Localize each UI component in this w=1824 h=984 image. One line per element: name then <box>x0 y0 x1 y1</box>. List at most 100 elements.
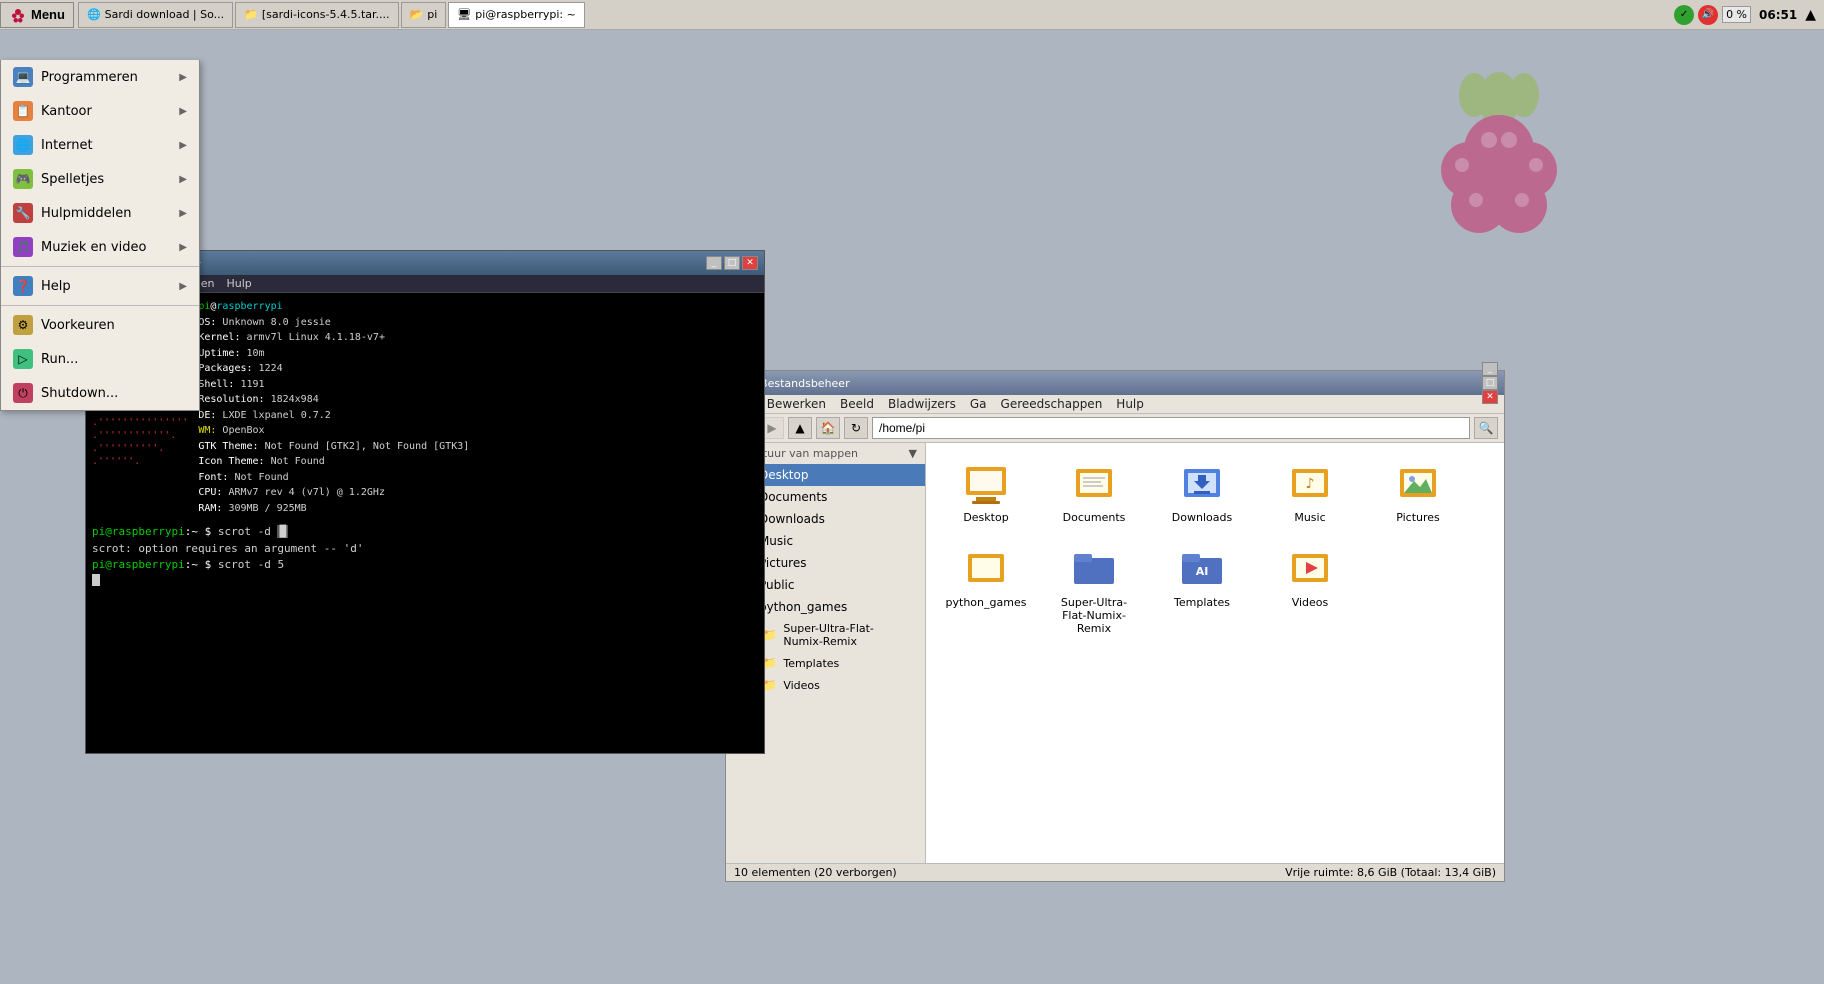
menu-divider-1 <box>1 266 199 267</box>
arrow-programmeren: ▶ <box>179 72 187 83</box>
menu-item-run[interactable]: ▷ Run... <box>1 342 199 376</box>
fm-menu-hulp[interactable]: Hulp <box>1116 397 1144 411</box>
fm-statusbar: 10 elementen (20 verborgen) Vrije ruimte… <box>726 863 1504 881</box>
fm-up-button[interactable]: ▲ <box>788 417 812 439</box>
arrow-internet: ▶ <box>179 140 187 151</box>
menu-label: Menu <box>31 7 65 22</box>
fm-address-bar[interactable] <box>872 417 1470 439</box>
python-games-icon-img <box>962 544 1010 592</box>
arrow-help: ▶ <box>179 281 187 292</box>
arrow-spelletjes: ▶ <box>179 174 187 185</box>
tab-pi-folder-icon: 📂 <box>410 8 424 21</box>
terminal-maximize-button[interactable]: □ <box>724 256 740 270</box>
fm-status-space: Vrije ruimte: 8,6 GiB (Totaal: 13,4 GiB) <box>1285 866 1496 879</box>
filemanager-titlebar: pi — Bestandsbeheer _ □ ✕ <box>726 371 1504 395</box>
menu-item-kantoor[interactable]: 📋 Kantoor ▶ <box>1 94 199 128</box>
documents-icon-img <box>1070 459 1118 507</box>
tab-sardi-download[interactable]: 🌐 Sardi download | So... <box>78 2 233 28</box>
templates-icon-label: Templates <box>1174 596 1230 609</box>
tab-pi-folder[interactable]: 📂 pi <box>401 2 447 28</box>
tray-icon-green: ✓ <box>1674 5 1694 25</box>
music-icon-img: ♪ <box>1286 459 1334 507</box>
fm-body: Structuur van mappen ▼ 📁 Desktop 📁 Docum… <box>726 443 1504 863</box>
filemanager-window: pi — Bestandsbeheer _ □ ✕ Ind Bewerken B… <box>725 370 1505 882</box>
desktop-icon-label: Desktop <box>963 511 1008 524</box>
systray: ✓ 🔊 0 % 06:51 ▲ <box>1674 5 1816 25</box>
videos-icon-img <box>1286 544 1334 592</box>
menu-item-voorkeuren[interactable]: ⚙ Voorkeuren <box>1 308 199 342</box>
documents-icon-label: Documents <box>1063 511 1126 524</box>
fm-refresh-button[interactable]: ↻ <box>844 417 868 439</box>
menu-item-programmeren[interactable]: 💻 Programmeren ▶ <box>1 60 199 94</box>
filemanager-menubar: Ind Bewerken Beeld Bladwijzers Ga Gereed… <box>726 395 1504 414</box>
pictures-icon-label: Pictures <box>1396 511 1440 524</box>
fm-menu-beeld[interactable]: Beeld <box>840 397 874 411</box>
run-icon: ▷ <box>13 349 33 369</box>
fm-icon-downloads[interactable]: Downloads <box>1152 453 1252 530</box>
fm-icon-documents[interactable]: Documents <box>1044 453 1144 530</box>
pictures-icon-img <box>1394 459 1442 507</box>
terminal-controls: _ □ ✕ <box>706 256 758 270</box>
fm-icon-super-ultra[interactable]: Super-Ultra-Flat-Numix-Remix <box>1044 538 1144 641</box>
menu-item-help[interactable]: ❓ Help ▶ <box>1 269 199 303</box>
fm-icon-music[interactable]: ♪ Music <box>1260 453 1360 530</box>
menu-item-shutdown[interactable]: ⏻ Shutdown... <box>1 376 199 410</box>
voorkeuren-icon: ⚙ <box>13 315 33 335</box>
videos-icon-label: Videos <box>1292 596 1329 609</box>
fm-status-count: 10 elementen (20 verborgen) <box>734 866 897 879</box>
tab-pi-terminal-icon: 🖥 <box>457 8 471 21</box>
tab-sardi-icons-label: [sardi-icons-5.4.5.tar.... <box>262 8 390 21</box>
tray-battery: 0 % <box>1722 6 1751 23</box>
menu-item-internet[interactable]: 🌐 Internet ▶ <box>1 128 199 162</box>
templates-icon-img: AI <box>1178 544 1226 592</box>
svg-text:AI: AI <box>1196 565 1209 578</box>
fm-icon-public[interactable]: Public <box>1476 453 1504 530</box>
raspberry-icon <box>9 6 27 24</box>
fm-menu-ga[interactable]: Ga <box>970 397 987 411</box>
desktop-logo <box>1424 70 1574 244</box>
menu-item-muziek-video[interactable]: 🎵 Muziek en video ▶ <box>1 230 199 264</box>
svg-text:♪: ♪ <box>1306 476 1315 492</box>
fm-menu-gereedschappen[interactable]: Gereedschappen <box>1001 397 1103 411</box>
fm-menu-bewerken[interactable]: Bewerken <box>767 397 826 411</box>
fm-icon-videos[interactable]: Videos <box>1260 538 1360 641</box>
fm-icon-templates[interactable]: AI Templates <box>1152 538 1252 641</box>
fm-icon-python-games[interactable]: python_games <box>936 538 1036 641</box>
super-ultra-icon-img <box>1070 544 1118 592</box>
super-ultra-icon-label: Super-Ultra-Flat-Numix-Remix <box>1049 596 1139 635</box>
menu-divider-2 <box>1 305 199 306</box>
fm-maximize-button[interactable]: □ <box>1482 376 1498 390</box>
terminal-close-button[interactable]: ✕ <box>742 256 758 270</box>
tab-sardi-icons-icon: 📁 <box>244 8 258 21</box>
app-menu: 💻 Programmeren ▶ 📋 Kantoor ▶ 🌐 Internet … <box>0 60 200 411</box>
menu-item-hulpmiddelen[interactable]: 🔧 Hulpmiddelen ▶ <box>1 196 199 230</box>
menu-item-spelletjes[interactable]: 🎮 Spelletjes ▶ <box>1 162 199 196</box>
terminal-minimize-button[interactable]: _ <box>706 256 722 270</box>
music-icon-label: Music <box>1294 511 1325 524</box>
fm-icons-grid: Desktop Docume <box>936 453 1494 641</box>
internet-icon: 🌐 <box>13 135 33 155</box>
terminal-menu-hulp[interactable]: Hulp <box>226 277 251 290</box>
fm-toolbar: ◀ ▶ ▲ 🏠 ↻ 🔍 <box>726 414 1504 443</box>
python-games-icon-label: python_games <box>946 596 1027 609</box>
tab-sardi-icons[interactable]: 📁 [sardi-icons-5.4.5.tar.... <box>235 2 398 28</box>
help-icon: ❓ <box>13 276 33 296</box>
tab-sardi-download-icon: 🌐 <box>87 8 101 21</box>
fm-icon-desktop[interactable]: Desktop <box>936 453 1036 530</box>
fm-sidebar-collapse-icon[interactable]: ▼ <box>909 447 917 460</box>
fm-menu-bladwijzers[interactable]: Bladwijzers <box>888 397 956 411</box>
taskbar: Menu 🌐 Sardi download | So... 📁 [sardi-i… <box>0 0 1824 30</box>
menu-button[interactable]: Menu <box>0 2 74 28</box>
arrow-muziek: ▶ <box>179 242 187 253</box>
tab-pi-folder-label: pi <box>427 8 437 21</box>
fm-icon-pictures[interactable]: Pictures <box>1368 453 1468 530</box>
fm-search-button[interactable]: 🔍 <box>1474 417 1498 439</box>
tray-arrow-icon[interactable]: ▲ <box>1805 7 1816 23</box>
tab-pi-terminal[interactable]: 🖥 pi@raspberrypi: ~ <box>448 2 585 28</box>
fm-close-button[interactable]: ✕ <box>1482 390 1498 404</box>
tab-pi-terminal-label: pi@raspberrypi: ~ <box>475 8 576 21</box>
shutdown-icon: ⏻ <box>13 383 33 403</box>
fm-minimize-button[interactable]: _ <box>1482 362 1498 376</box>
downloads-icon-img <box>1178 459 1226 507</box>
fm-home-button[interactable]: 🏠 <box>816 417 840 439</box>
